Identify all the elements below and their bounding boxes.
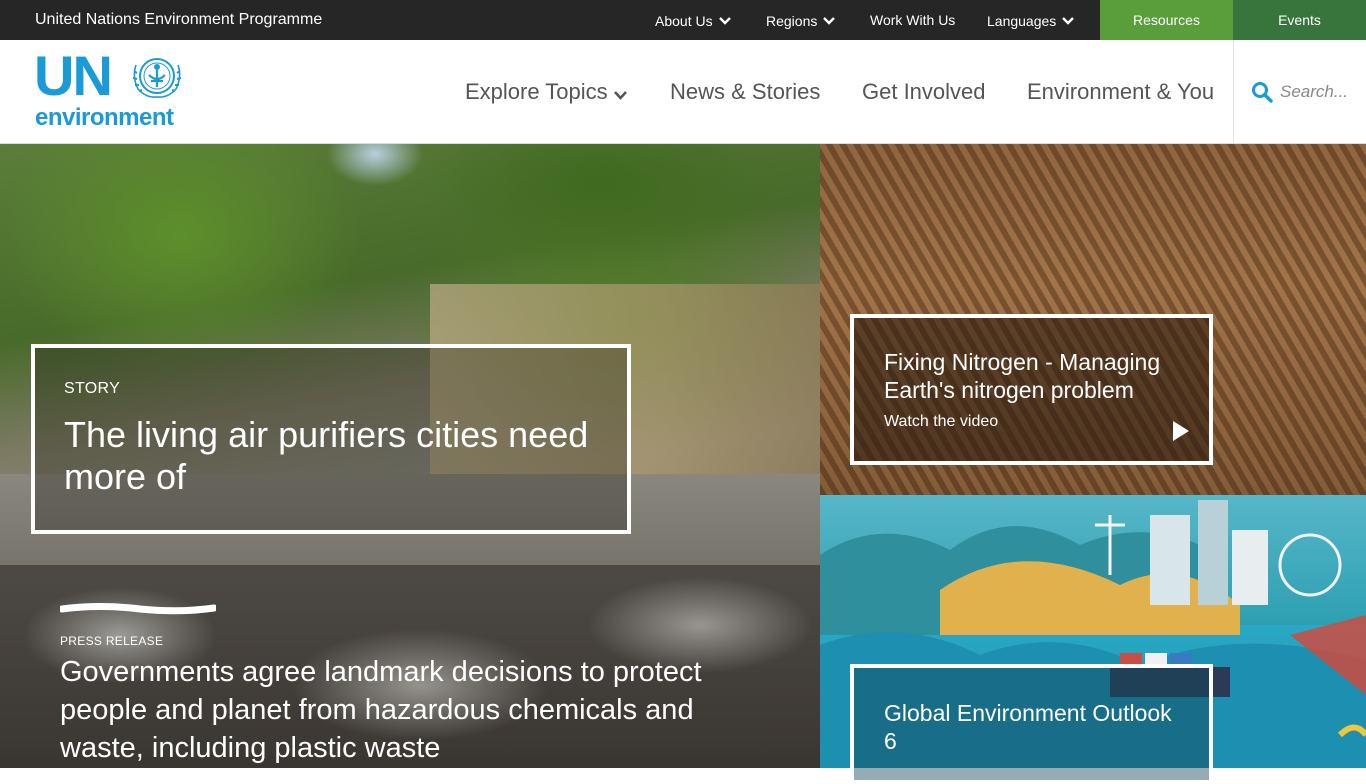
- un-emblem-icon: [128, 51, 186, 101]
- topbar-link-label: Regions: [766, 13, 818, 29]
- chevron-down-icon: [1062, 0, 1075, 40]
- image-canopy: [380, 144, 820, 294]
- un-environment-logo[interactable]: UN environment: [34, 46, 186, 134]
- video-subtitle[interactable]: Watch the video: [884, 413, 998, 431]
- org-name[interactable]: United Nations Environment Programme: [35, 0, 322, 40]
- topbar-link-about-us[interactable]: About Us: [655, 0, 731, 41]
- utility-bar: United Nations Environment Programme Abo…: [0, 0, 1366, 40]
- press-release-title[interactable]: Governments agree landmark decisions to …: [60, 653, 740, 767]
- video-title[interactable]: Fixing Nitrogen - Managing Earth's nitro…: [884, 348, 1194, 404]
- topbar-link-label: About Us: [655, 13, 713, 29]
- chevron-down-icon: [823, 0, 836, 40]
- video-card[interactable]: Fixing Nitrogen - Managing Earth's nitro…: [850, 314, 1213, 465]
- events-button[interactable]: Events: [1233, 0, 1366, 40]
- chevron-down-icon: [613, 41, 627, 145]
- report-title[interactable]: Global Environment Outlook 6: [884, 699, 1184, 755]
- main-header: UN environment Explore Topics News & Sto…: [0, 40, 1366, 144]
- resources-button[interactable]: Resources: [1100, 0, 1233, 40]
- topbar-link-work-with-us[interactable]: Work With Us: [870, 0, 955, 40]
- nav-item-label: Explore Topics: [465, 79, 608, 104]
- decorative-brush-stroke: [60, 603, 216, 615]
- story-title[interactable]: The living air purifiers cities need mor…: [64, 414, 604, 498]
- logo-environment-text: environment: [35, 104, 174, 131]
- nav-environment-and-you[interactable]: Environment & You: [1027, 40, 1214, 144]
- topbar-link-label: Work With Us: [870, 12, 956, 28]
- story-kicker: STORY: [64, 380, 121, 397]
- play-icon[interactable]: [1172, 420, 1190, 442]
- nav-news-stories[interactable]: News & Stories: [670, 40, 820, 144]
- search-icon[interactable]: [1251, 81, 1273, 103]
- nav-explore-topics[interactable]: Explore Topics: [465, 40, 627, 144]
- chevron-down-icon: [718, 0, 731, 40]
- nav-get-involved[interactable]: Get Involved: [862, 40, 986, 144]
- topbar-link-languages[interactable]: Languages: [987, 0, 1075, 41]
- search-box: [1233, 40, 1366, 144]
- logo-un-text: UN: [34, 44, 113, 107]
- press-release-kicker: PRESS RELEASE: [60, 634, 164, 648]
- topbar-link-regions[interactable]: Regions: [766, 0, 836, 41]
- report-card[interactable]: Global Environment Outlook 6: [850, 664, 1213, 784]
- feature-story-card[interactable]: STORY The living air purifiers cities ne…: [31, 344, 631, 534]
- press-release-card[interactable]: PRESS RELEASE Governments agree landmark…: [60, 565, 820, 768]
- search-input[interactable]: [1280, 78, 1364, 106]
- topbar-link-label: Languages: [987, 13, 1057, 29]
